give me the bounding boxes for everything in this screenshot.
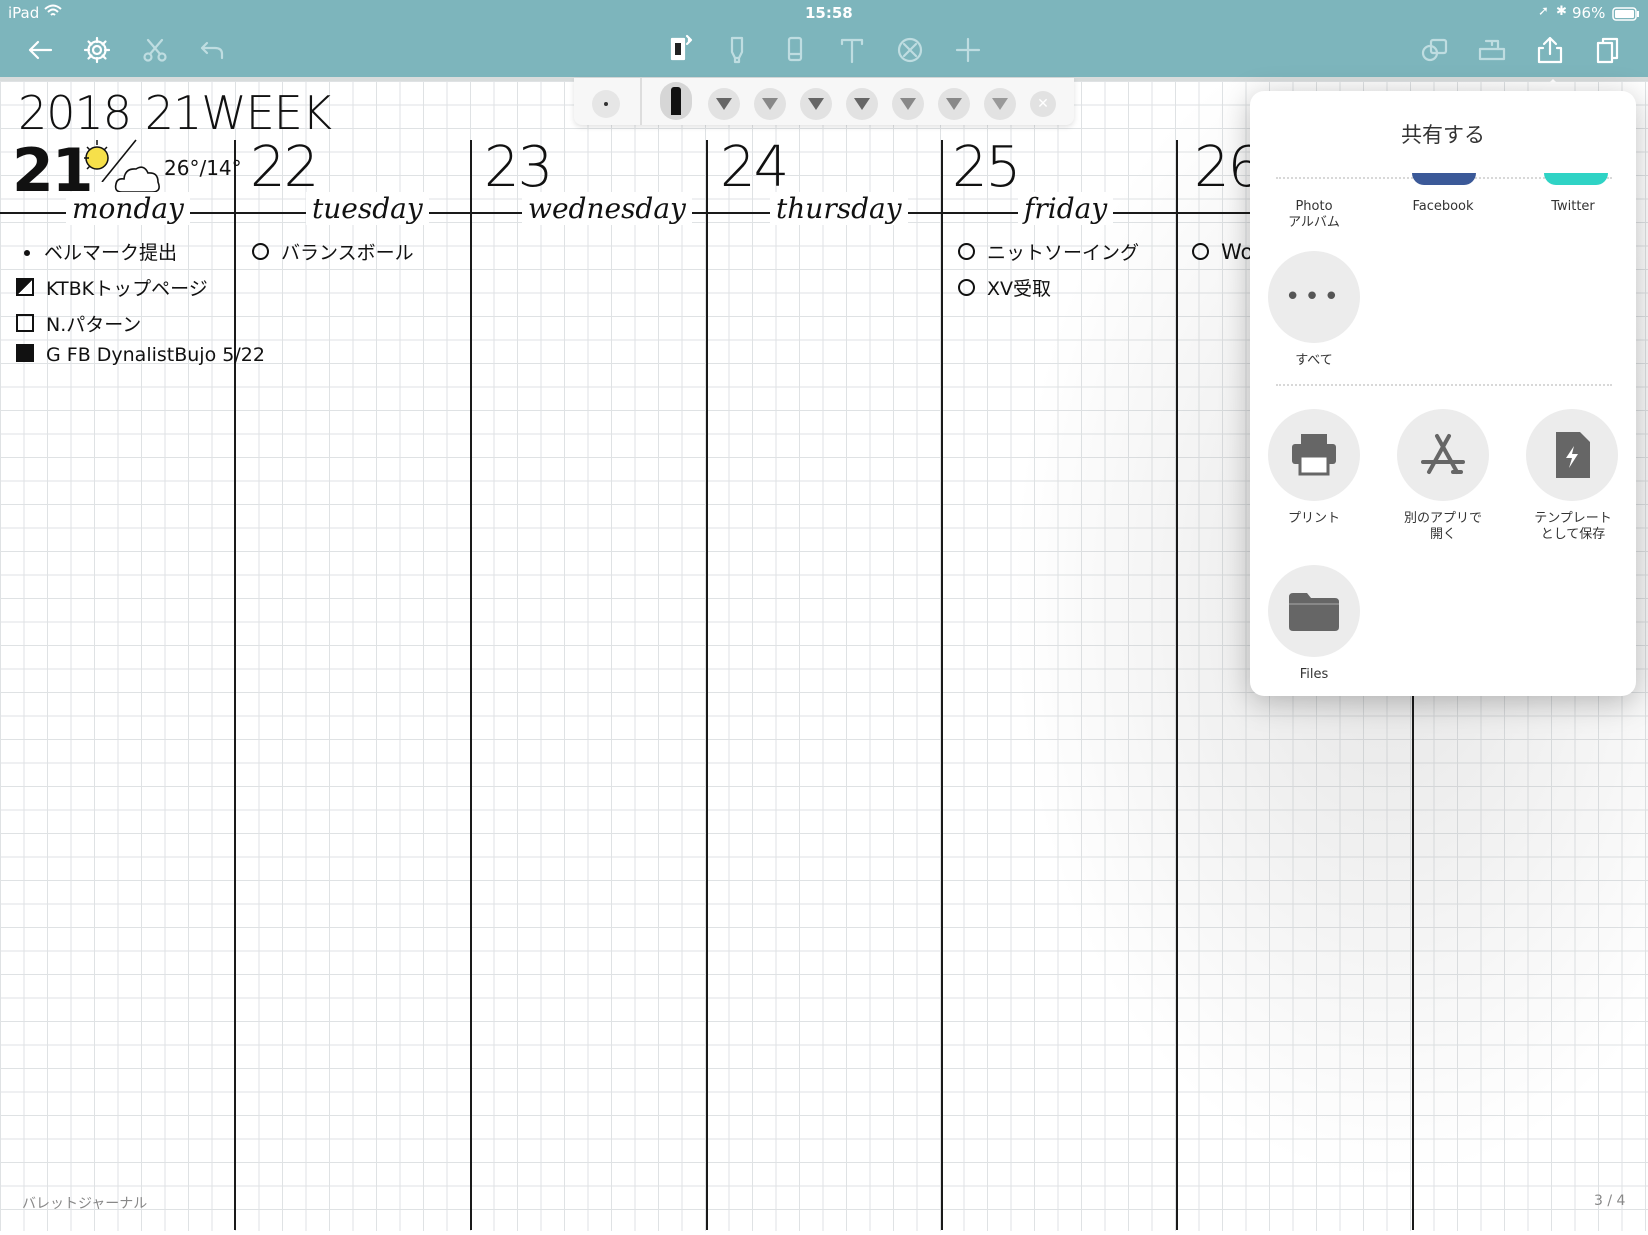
bullet-done-icon bbox=[16, 344, 34, 362]
wifi-icon bbox=[44, 4, 62, 22]
more-icon[interactable]: ••• bbox=[1268, 251, 1360, 343]
back-icon[interactable] bbox=[20, 30, 60, 70]
task-item[interactable]: G FB DynalistBujo 5/22 bbox=[16, 344, 265, 366]
pen-gray-icon[interactable] bbox=[938, 88, 970, 120]
day-name-friday: friday bbox=[1018, 192, 1114, 225]
eraser-icon[interactable] bbox=[775, 30, 815, 70]
template-icon[interactable] bbox=[1526, 409, 1618, 501]
share-action-template-label[interactable]: テンプレート として保存 bbox=[1508, 511, 1638, 543]
weather-temperature: 26°/14° bbox=[164, 156, 242, 180]
top-toolbar: iPad 15:58 ➚ ✱ 96% bbox=[0, 0, 1648, 77]
device-label: iPad bbox=[8, 4, 40, 22]
day-name-monday: monday bbox=[66, 192, 190, 225]
column-divider bbox=[234, 140, 236, 1230]
bullet-circle-icon bbox=[252, 243, 269, 260]
task-item[interactable]: ニットソーイング bbox=[958, 238, 1139, 265]
column-divider bbox=[1412, 696, 1414, 1230]
pen-gray-icon[interactable] bbox=[984, 88, 1016, 120]
share-app-facebook-label[interactable]: Facebook bbox=[1378, 199, 1508, 215]
task-item[interactable]: N.パターン bbox=[16, 310, 141, 337]
twitter-icon[interactable] bbox=[1544, 173, 1608, 185]
pen-bluetooth-icon[interactable] bbox=[660, 30, 700, 70]
share-sheet: 共有する Photo アルバム Facebook Twitter ••• すべて… bbox=[1250, 91, 1636, 696]
bullet-circle-icon bbox=[958, 243, 975, 260]
share-app-photo-label[interactable]: Photo アルバム bbox=[1249, 199, 1379, 231]
share-sheet-title: 共有する bbox=[1401, 123, 1485, 147]
text-icon[interactable] bbox=[832, 30, 872, 70]
task-item[interactable]: XV受取 bbox=[958, 274, 1051, 301]
folder-icon[interactable] bbox=[1268, 565, 1360, 657]
bullet-circle-icon bbox=[1192, 243, 1209, 260]
column-divider bbox=[1176, 140, 1178, 1230]
gear-icon[interactable] bbox=[77, 30, 117, 70]
journal-title: 2018 21WEEK bbox=[18, 86, 332, 140]
day-number-wednesday: 23 bbox=[484, 135, 553, 200]
facebook-icon[interactable] bbox=[1412, 173, 1476, 185]
bluetooth-icon: ✱ bbox=[1556, 4, 1567, 19]
share-app-twitter-label[interactable]: Twitter bbox=[1508, 199, 1638, 215]
share-action-print-label[interactable]: プリント bbox=[1249, 511, 1379, 527]
pen-gray-icon[interactable] bbox=[846, 88, 878, 120]
battery-icon bbox=[1612, 7, 1640, 25]
lasso-icon[interactable] bbox=[890, 30, 930, 70]
pages-icon[interactable] bbox=[1588, 30, 1628, 70]
location-icon: ➚ bbox=[1538, 4, 1549, 19]
share-icon[interactable] bbox=[1530, 30, 1570, 70]
highlighter-icon[interactable] bbox=[717, 30, 757, 70]
task-item[interactable]: KTBKトップページ bbox=[16, 274, 208, 301]
bullet-half-done-icon bbox=[16, 278, 34, 296]
share-action-open-in-label[interactable]: 別のアプリで 開く bbox=[1378, 511, 1508, 543]
print-icon[interactable] bbox=[1268, 409, 1360, 501]
app-store-icon[interactable] bbox=[1397, 409, 1489, 501]
shape-icon[interactable] bbox=[1415, 30, 1455, 70]
bullet-circle-icon bbox=[958, 279, 975, 296]
pen-size-icon[interactable] bbox=[592, 90, 620, 118]
day-number-friday: 25 bbox=[952, 135, 1021, 200]
notebook-name: バレットジャーナル bbox=[22, 1196, 148, 1212]
pen-gray-icon[interactable] bbox=[800, 88, 832, 120]
clock: 15:58 bbox=[805, 4, 853, 22]
close-icon[interactable]: ✕ bbox=[1030, 91, 1056, 117]
pen-options-bar: ✕ bbox=[574, 78, 1074, 125]
day-name-thursday: thursday bbox=[770, 192, 908, 225]
add-icon[interactable] bbox=[948, 30, 988, 70]
bullet-dot-icon bbox=[24, 250, 30, 256]
ruler-icon[interactable] bbox=[1472, 30, 1512, 70]
task-item[interactable]: バランスボール bbox=[252, 238, 414, 265]
column-divider bbox=[470, 140, 472, 1230]
divider bbox=[1276, 384, 1612, 386]
day-name-wednesday: wednesday bbox=[522, 192, 692, 225]
column-divider bbox=[941, 140, 943, 1230]
share-action-files-label[interactable]: Files bbox=[1249, 667, 1379, 683]
pen-gray-icon[interactable] bbox=[892, 88, 924, 120]
page-indicator: 3 / 4 bbox=[1594, 1193, 1626, 1209]
day-number-tuesday: 22 bbox=[250, 135, 319, 200]
task-item[interactable]: ベルマーク提出 bbox=[20, 238, 177, 265]
undo-icon[interactable] bbox=[192, 30, 232, 70]
day-name-tuesday: tuesday bbox=[306, 192, 429, 225]
battery-percent: 96% bbox=[1572, 4, 1606, 22]
column-divider bbox=[706, 140, 708, 1230]
share-more-label[interactable]: すべて bbox=[1249, 353, 1379, 369]
scissors-icon[interactable] bbox=[135, 30, 175, 70]
day-number-thursday: 24 bbox=[720, 135, 789, 200]
pen-black-icon[interactable] bbox=[660, 82, 692, 120]
pen-gray-icon[interactable] bbox=[708, 88, 740, 120]
pen-gray-icon[interactable] bbox=[754, 88, 786, 120]
bullet-open-box-icon bbox=[16, 314, 34, 332]
